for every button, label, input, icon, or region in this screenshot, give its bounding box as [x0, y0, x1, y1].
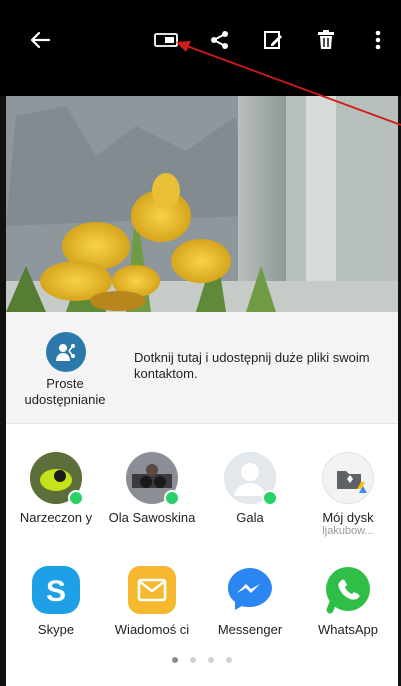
cast-icon[interactable]: [152, 26, 180, 54]
whatsapp-badge-icon: [262, 490, 278, 506]
app-whatsapp[interactable]: WhatsApp: [300, 564, 396, 637]
whatsapp-badge-icon: [164, 490, 180, 506]
app-name: WhatsApp: [318, 622, 378, 637]
more-options-icon[interactable]: [364, 26, 392, 54]
direct-share-icon: [46, 332, 86, 372]
page-indicator: [6, 657, 398, 667]
svg-text:S: S: [46, 575, 66, 608]
contact-name: Ola Sawoskina: [108, 510, 196, 525]
page-dot[interactable]: [190, 657, 196, 663]
app-name: Skype: [37, 622, 75, 637]
messenger-icon: [224, 564, 276, 616]
contact-name: Narzeczon y: [19, 510, 93, 525]
contact-avatar: [224, 452, 278, 506]
contact-name: Gala: [236, 510, 264, 525]
top-toolbar: [0, 0, 401, 96]
skype-icon: S: [30, 564, 82, 616]
app-skype[interactable]: S Skype: [8, 564, 104, 637]
share-sheet: Proste udostępnianie Dotknij tutaj i udo…: [6, 312, 398, 686]
app-name: Wiadomoś ci: [114, 622, 190, 637]
contact-name: Mój dysk: [322, 510, 374, 525]
edit-icon[interactable]: [259, 26, 287, 54]
back-arrow-icon[interactable]: [26, 26, 54, 54]
share-icon[interactable]: [206, 26, 234, 54]
share-targets: Narzeczon y Ola Sawoskina Gala Mój dysk …: [6, 424, 398, 686]
contact-moj-dysk[interactable]: Mój dysk ljakubow...: [300, 452, 396, 538]
app-messenger[interactable]: Messenger: [202, 564, 298, 637]
page-dot[interactable]: [208, 657, 214, 663]
app-name: Messenger: [217, 622, 283, 637]
photo-preview: [6, 96, 398, 312]
direct-share-label: Proste udostępnianie: [24, 376, 106, 407]
contact-ola-sawoskina[interactable]: Ola Sawoskina: [104, 452, 200, 525]
page-dot[interactable]: [226, 657, 232, 663]
whatsapp-icon: [322, 564, 374, 616]
messages-icon: [126, 564, 178, 616]
contact-avatar: [30, 452, 84, 506]
app-messages[interactable]: Wiadomoś ci: [104, 564, 200, 637]
page-dot[interactable]: [172, 657, 178, 663]
contact-account: ljakubow...: [322, 525, 374, 537]
drive-folder-icon: [322, 452, 374, 504]
whatsapp-badge-icon: [68, 490, 84, 506]
contact-avatar: [126, 452, 180, 506]
contact-narzeczony[interactable]: Narzeczon y: [8, 452, 104, 525]
direct-share-description: Dotknij tutaj i udostępnij duże pliki sw…: [134, 350, 370, 381]
contact-gala[interactable]: Gala: [202, 452, 298, 525]
delete-icon[interactable]: [312, 26, 340, 54]
direct-share-row[interactable]: Proste udostępnianie Dotknij tutaj i udo…: [6, 312, 398, 424]
